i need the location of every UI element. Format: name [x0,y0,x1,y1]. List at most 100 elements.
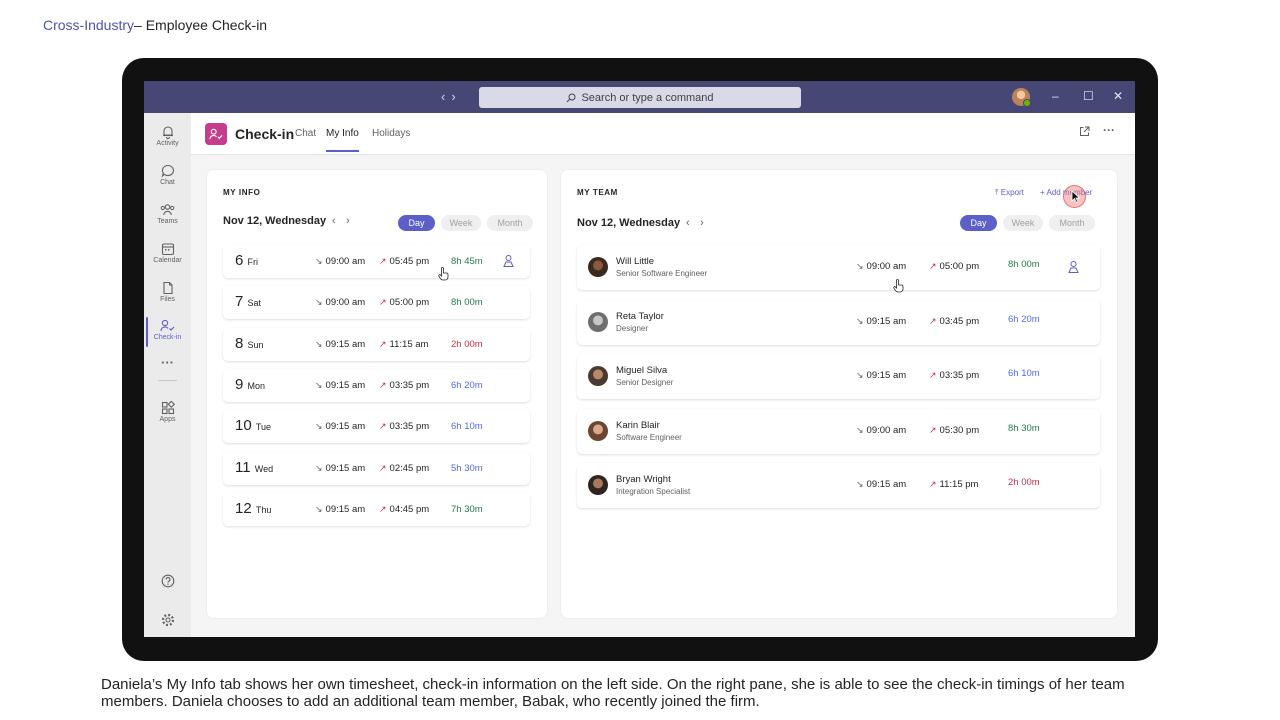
member-name: Miguel Silva [616,365,668,376]
row-day: 9 Mon [235,375,266,393]
help-icon[interactable] [144,574,191,588]
team-member-row[interactable]: Bryan Wright Integration Specialist ↘ 09:15… [577,463,1100,508]
check-in-arrow-icon: ↘ [315,297,323,308]
team-member-row[interactable]: Reta Taylor Designer ↘ 09:15 am ↗ 03:45 pm 6h … [577,299,1100,345]
tab-chat[interactable]: Chat [295,128,316,139]
maximize-icon[interactable]: ☐ [1083,89,1094,103]
more-apps-icon[interactable]: ··· [144,355,191,370]
rail-label-activity: Activity [156,140,179,147]
check-out-arrow-icon: ↗ [929,315,937,326]
teams-window: ‹› Search or type a command – ☐ ✕ Activi… [144,81,1135,637]
rail-item-apps[interactable]: Apps [144,401,191,423]
back-arrow-icon[interactable]: ‹ [441,89,451,104]
settings-gear-icon[interactable] [144,613,191,627]
member-role: Integration Specialist [616,487,691,496]
slide-title-rest: – Employee Check-in [134,17,268,33]
check-out-time: ↗ 02:45 pm [379,462,430,474]
team-member-row[interactable]: Karin Blair Software Engineer ↘ 09:00 am ↗ 05… [577,408,1100,454]
check-in-arrow-icon: ↘ [315,503,323,514]
timesheet-row[interactable]: 7 Sat ↘ 09:00 am ↗ 05:00 pm 8h 00m [223,286,530,320]
hand-cursor-icon [438,267,449,281]
check-out-time: ↗ 05:45 pm [379,256,430,267]
member-avatar[interactable] [588,311,608,332]
popout-icon[interactable] [1079,126,1090,140]
duration: 6h 10m [451,421,483,433]
export-label: Export [1000,188,1024,197]
slide-caption: Daniela’s My Info tab shows her own time… [101,676,1125,710]
segment-month[interactable]: Month [487,215,533,231]
slide-title: Cross-Industry– Employee Check-in [43,17,267,33]
rail-item-activity[interactable]: Activity [144,125,191,147]
duration: 2h 00m [451,338,483,350]
check-in-time: ↘ 09:15 am [315,338,366,350]
app-title: Check-in [235,126,295,142]
timesheet-row[interactable]: 10 Tue ↘ 09:15 am ↗ 03:35 pm 6h 10m [223,410,530,444]
check-out-time: ↗ 05:00 pm [379,297,430,309]
member-role: Senior Designer [616,378,674,387]
user-avatar[interactable] [1012,88,1031,107]
person-location-icon[interactable] [502,254,515,268]
check-in-arrow-icon: ↘ [315,421,323,432]
check-out-arrow-icon: ↗ [379,256,387,266]
rail-divider [158,380,177,381]
member-avatar[interactable] [588,420,608,441]
member-duration: 6h 10m [1008,368,1040,379]
more-options-icon[interactable]: ··· [1103,123,1115,137]
duration: 6h 20m [451,379,483,391]
minimize-icon[interactable]: – [1052,89,1059,103]
next-date-icon[interactable]: › [346,215,350,227]
tab-my-info[interactable]: My Info [326,128,359,152]
rail-item-files[interactable]: Files [144,281,191,303]
rail-label-files: Files [160,296,175,303]
team-member-row[interactable]: Will Little Senior Software Engineer ↘ 09:0… [577,245,1100,290]
member-avatar[interactable] [588,475,608,495]
member-check-out: ↗ 03:45 pm [929,315,980,327]
apps-icon [161,401,175,415]
timesheet-row[interactable]: 6 Fri ↘ 09:00 am ↗ 05:45 pm 8h 45m [223,245,530,278]
timesheet-row[interactable]: 9 Mon ↘ 09:15 am ↗ 03:35 pm 6h 20m [223,368,530,402]
app-header: Check-in Chat My Info Holidays ··· [191,113,1135,155]
rail-item-calendar[interactable]: Calendar [144,242,191,264]
tab-holidays[interactable]: Holidays [372,128,410,139]
slide-title-link[interactable]: Cross-Industry [43,17,134,33]
team-member-row[interactable]: Miguel Silva Senior Designer ↘ 09:15 am ↗ 03:… [577,354,1100,399]
check-out-arrow-icon: ↗ [379,297,387,308]
member-name: Will Little [616,256,655,267]
timesheet-row[interactable]: 8 Sun ↘ 09:15 am ↗ 11:15 am 2h 00m [223,327,530,361]
title-bar: ‹› Search or type a command – ☐ ✕ [144,81,1135,113]
forward-arrow-icon[interactable]: › [451,89,461,104]
export-button[interactable]: ⤒ Export [995,188,1024,198]
segment-week[interactable]: Week [441,215,481,231]
check-in-arrow-icon: ↘ [315,256,323,266]
timesheet-row[interactable]: 12 Thu ↘ 09:15 am ↗ 04:45 pm 7h 30m [223,492,530,526]
person-location-icon[interactable] [1067,260,1080,274]
checkin-app-icon [205,123,227,145]
row-day: 8 Sun [235,334,264,352]
duration: 7h 30m [451,503,483,515]
close-icon[interactable]: ✕ [1113,89,1123,103]
team-prev-date-icon[interactable]: ‹ [686,217,690,229]
team-segment-week[interactable]: Week [1003,215,1043,231]
team-segment-day[interactable]: Day [960,215,997,231]
check-out-arrow-icon: ↗ [379,379,387,390]
timesheet-row[interactable]: 11 Wed ↘ 09:15 am ↗ 02:45 pm 5h 30m [223,451,530,485]
member-avatar[interactable] [588,257,608,277]
member-name: Bryan Wright [616,474,671,485]
check-in-time: ↘ 09:15 am [315,503,366,515]
team-segment-month[interactable]: Month [1049,215,1095,231]
team-next-date-icon[interactable]: › [700,217,704,229]
member-avatar[interactable] [588,366,608,386]
segment-day[interactable]: Day [398,215,435,231]
rail-item-teams[interactable]: Teams [144,203,191,225]
member-role: Senior Software Engineer [616,269,708,278]
rail-item-chat[interactable]: Chat [144,164,191,186]
rail-label-chat: Chat [160,179,175,186]
check-in-arrow-icon: ↘ [315,462,323,473]
search-placeholder: Search or type a command [581,91,714,104]
check-in-arrow-icon: ↘ [315,379,323,390]
plus-icon: + [1040,188,1045,197]
check-out-arrow-icon: ↗ [379,338,387,349]
prev-date-icon[interactable]: ‹ [332,215,336,227]
rail-item-checkin[interactable]: Check-in [144,317,191,347]
search-box[interactable]: Search or type a command [479,87,801,108]
